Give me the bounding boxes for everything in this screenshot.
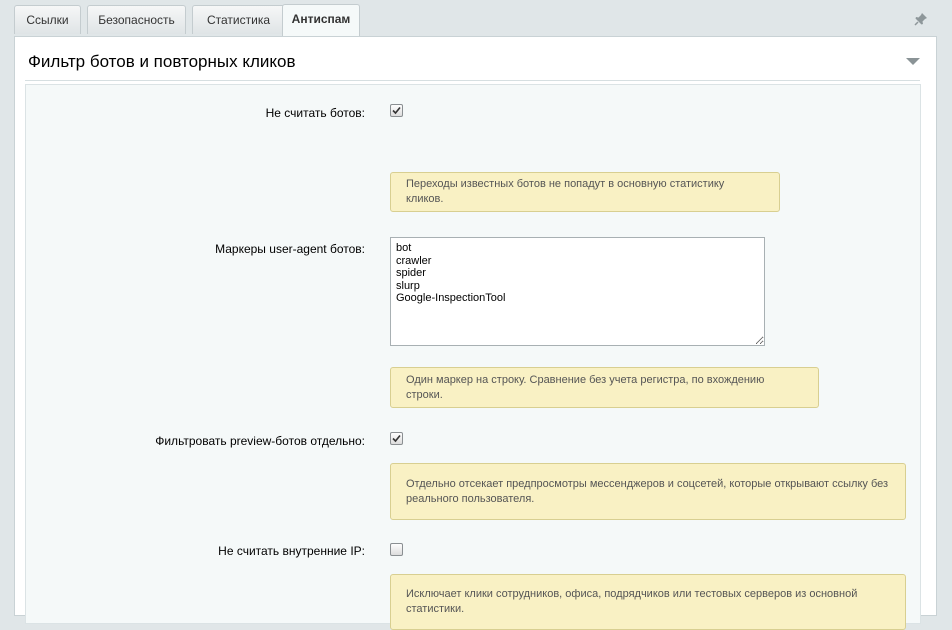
tab-security[interactable]: Безопасность [87,5,186,34]
check-icon [392,106,401,115]
filter-preview-hint: Отдельно отсекает предпросмотры мессендж… [390,463,906,520]
section-header[interactable]: Фильтр ботов и повторных кликов [25,42,920,81]
settings-panel: Фильтр ботов и повторных кликов Не счита… [14,36,937,630]
chevron-down-icon[interactable] [906,58,920,65]
tab-links[interactable]: Ссылки [14,5,81,34]
exclude-bots-label: Не считать ботов: [265,106,365,120]
exclude-internal-ip-label: Не считать внутренние IP: [218,544,365,558]
tab-statistics[interactable]: Статистика [192,5,285,34]
pin-icon[interactable] [914,12,928,26]
filter-preview-label: Фильтровать preview-ботов отдельно: [155,434,365,448]
bot-markers-hint: Один маркер на строку. Сравнение без уче… [390,367,819,408]
section-body: Не считать ботов: Переходы известных бот… [25,84,921,630]
exclude-bots-hint: Переходы известных ботов не попадут в ос… [390,172,780,212]
tab-antispam[interactable]: Антиспам [282,4,360,37]
check-icon [392,434,401,443]
exclude-internal-ip-checkbox[interactable] [390,543,403,556]
section-title: Фильтр ботов и повторных кликов [28,52,296,71]
exclude-bots-checkbox[interactable] [390,104,403,117]
exclude-internal-ip-hint: Исключает клики сотрудников, офиса, подр… [390,574,906,630]
bot-markers-label: Маркеры user-agent ботов: [215,242,365,256]
filter-preview-checkbox[interactable] [390,432,403,445]
bot-markers-textarea[interactable] [390,237,765,346]
